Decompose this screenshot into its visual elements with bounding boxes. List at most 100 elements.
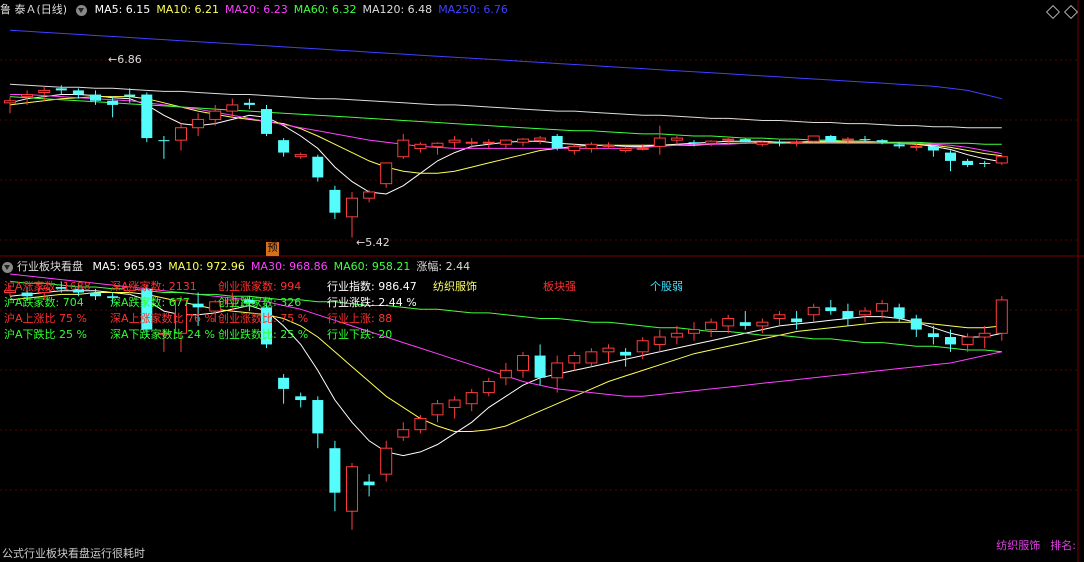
bottom-candle-28 <box>482 377 495 397</box>
top-candle-35 <box>602 142 615 149</box>
top-candle-10 <box>175 123 187 151</box>
stat-col3-row-3: 创业跌数比: 25 % <box>218 328 309 341</box>
top-candle-body-20 <box>346 197 358 218</box>
top-candle-body-52 <box>893 144 905 147</box>
bottom-candle-body-53 <box>910 318 922 330</box>
settings-dropdown-icon[interactable] <box>76 4 88 16</box>
bottom-candle-30 <box>517 351 529 378</box>
top-candle-body-45 <box>774 142 785 144</box>
top-candle-body-44 <box>756 141 769 145</box>
top-candle-39 <box>670 136 683 145</box>
top-candle-body-30 <box>517 138 529 143</box>
gridlines <box>0 59 1078 491</box>
bottom-candle-27 <box>465 388 478 412</box>
top-candle-54 <box>927 145 939 157</box>
bottom-candle-body-5 <box>90 292 101 297</box>
bottom-candle-body-40 <box>688 329 700 334</box>
bottom-candle-body-21 <box>363 481 375 486</box>
indicator-dropdown-icon[interactable] <box>2 261 13 273</box>
top-candle-26 <box>448 136 461 149</box>
bottom-candle-body-23 <box>397 429 410 438</box>
top-candle-body-57 <box>979 162 991 164</box>
top-candle-body-42 <box>722 138 735 141</box>
top-candle-44 <box>756 141 769 147</box>
bottom-candle-45 <box>773 311 786 326</box>
bottom-candle-44 <box>756 318 769 334</box>
top-candle-23 <box>397 133 410 159</box>
top-candle-body-49 <box>841 138 854 141</box>
bottom-candle-body-49 <box>842 311 854 319</box>
top-candle-11 <box>192 113 205 136</box>
top-candle-body-56 <box>962 160 974 166</box>
top-candle-body-47 <box>807 135 820 142</box>
top-ma-label-4: MA120: 6.48 <box>362 3 433 16</box>
top-candle-body-17 <box>294 154 307 158</box>
bottom-candle-body-54 <box>927 333 939 338</box>
top-candle-body-54 <box>927 146 939 151</box>
top-candle-8 <box>141 92 153 143</box>
top-candle-body-48 <box>825 136 837 143</box>
bottom-candle-body-26 <box>448 399 461 408</box>
bottom-candle-21 <box>363 474 375 497</box>
bottom-candle-33 <box>568 351 581 371</box>
top-candle-body-53 <box>910 145 923 148</box>
high-price-label: 6.86 <box>117 53 142 66</box>
bottom-candle-36 <box>620 348 632 367</box>
weak-stock-label: 个股弱 <box>650 280 683 293</box>
top-candle-body-25 <box>431 142 444 147</box>
pre-badge[interactable]: 预 <box>266 242 279 256</box>
bottom-candle-body-41 <box>705 321 718 331</box>
bottom-candle-body-30 <box>517 355 529 371</box>
top-ma-label-2: MA20: 6.23 <box>225 3 288 16</box>
bottom-candle-body-34 <box>585 351 598 364</box>
top-candle-14 <box>243 98 255 110</box>
period-label[interactable]: (日线) <box>37 3 68 16</box>
top-candle-body-5 <box>90 94 101 101</box>
bottom-candle-18 <box>312 396 324 449</box>
low-price-label: 5.42 <box>365 236 390 249</box>
bottom-candle-38 <box>653 329 666 352</box>
bottom-candle-body-48 <box>825 307 837 312</box>
stat-col1-row-3: 沪A下跌比 25 % <box>4 328 87 341</box>
stat-col4-row-2: 行业上涨: 88 <box>327 312 393 325</box>
top-candle-body-8 <box>141 94 153 139</box>
top-candle-32 <box>551 133 563 151</box>
high-price-annotation: ←6.86 <box>108 53 142 66</box>
bottom-candle-53 <box>910 314 922 338</box>
bottom-candle-body-57 <box>978 332 991 338</box>
footer-industry: 纺织服饰 <box>996 539 1041 552</box>
stock-name[interactable]: 鲁 泰Ａ <box>0 3 37 16</box>
bottom-candle-51 <box>876 299 889 319</box>
top-candle-body-51 <box>876 140 888 143</box>
bottom-candle-25 <box>431 400 444 423</box>
top-candle-body-9 <box>158 140 170 142</box>
top-candle-body-22 <box>380 162 393 185</box>
top-candle-56 <box>962 158 974 168</box>
bottom-candle-body-33 <box>568 355 581 364</box>
top-ma-lines <box>9 29 1002 195</box>
bottom-ma-label-0: MA5: 965.93 <box>92 260 163 273</box>
top-candle-body-58 <box>995 156 1008 164</box>
bottom-candle-body-17 <box>295 396 307 401</box>
top-candle-body-31 <box>534 137 547 141</box>
top-candle-body-21 <box>363 191 376 199</box>
bottom-candle-body-38 <box>653 336 666 345</box>
bottom-candle-body-44 <box>756 321 769 327</box>
bottom-candle-body-39 <box>670 332 683 338</box>
top-candle-57 <box>979 160 991 168</box>
top-candle-body-4 <box>72 90 84 95</box>
top-candle-body-33 <box>568 145 581 152</box>
top-candle-body-10 <box>175 127 187 141</box>
top-candle-34 <box>585 142 598 153</box>
top-candle-48 <box>825 134 837 143</box>
top-candle-body-40 <box>688 142 700 144</box>
bottom-ma-label-2: MA30: 968.86 <box>250 260 328 273</box>
bottom-candle-body-35 <box>602 347 615 353</box>
indicator-title[interactable]: 行业板块看盘 <box>17 260 83 273</box>
low-price-annotation: ←5.42 <box>356 236 390 249</box>
top-candle-body-16 <box>278 140 290 153</box>
bottom-header: 行业板块看盘 MA5: 965.93 MA10: 972.96 MA30: 968.… <box>0 259 1084 275</box>
top-candle-41 <box>705 140 718 147</box>
bottom-candle-body-51 <box>876 303 889 312</box>
top-candle-30 <box>517 138 529 147</box>
